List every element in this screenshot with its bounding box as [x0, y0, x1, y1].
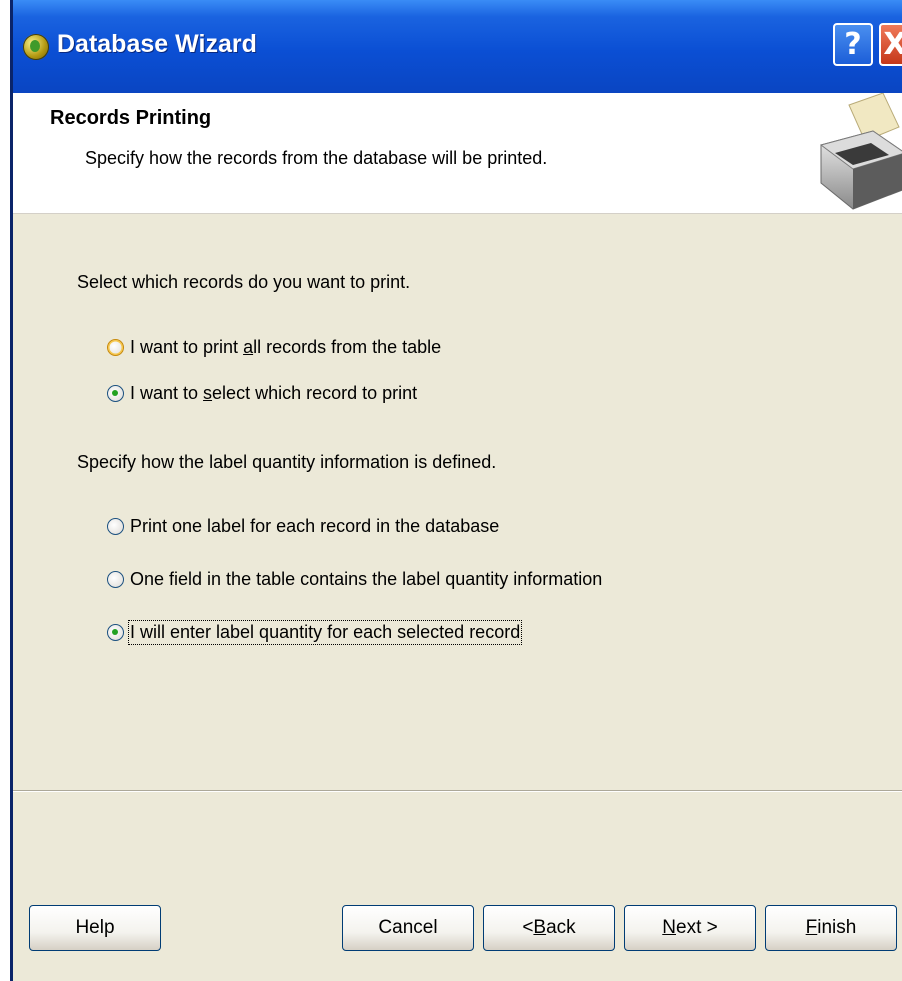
radio-one-label-per-record[interactable]: Print one label for each record in the d…: [107, 516, 499, 537]
app-icon: [23, 34, 49, 60]
radio-label: I want to print all records from the tab…: [130, 337, 442, 357]
close-button[interactable]: X: [879, 23, 902, 66]
help-button[interactable]: Help: [29, 905, 161, 951]
radio-button[interactable]: [107, 518, 124, 535]
radio-button[interactable]: [107, 571, 124, 588]
radio-select-records[interactable]: I want to select which record to print: [107, 383, 417, 404]
radio-label: Print one label for each record in the d…: [130, 516, 500, 536]
records-section-label: Select which records do you want to prin…: [77, 272, 411, 292]
radio-button[interactable]: [107, 339, 124, 356]
printer-icon: [819, 93, 902, 210]
back-button[interactable]: < Back: [483, 905, 615, 951]
wizard-header: Records Printing Specify how the records…: [13, 93, 902, 213]
radio-label: One field in the table contains the labe…: [130, 569, 603, 589]
finish-button[interactable]: Finish: [765, 905, 897, 951]
radio-print-all-records[interactable]: I want to print all records from the tab…: [107, 337, 441, 358]
radio-button[interactable]: [107, 385, 124, 402]
title-bar[interactable]: Database Wizard ? X: [13, 0, 902, 93]
window-title: Database Wizard: [57, 30, 257, 58]
wizard-window: Database Wizard ? X Records Printing Spe…: [10, 0, 902, 981]
page-title: Records Printing: [50, 107, 212, 129]
radio-enter-quantity-per-record[interactable]: I will enter label quantity for each sel…: [107, 620, 523, 645]
cancel-button[interactable]: Cancel: [342, 905, 474, 951]
next-button[interactable]: Next >: [624, 905, 756, 951]
help-titlebar-button[interactable]: ?: [833, 23, 873, 66]
radio-button[interactable]: [107, 624, 124, 641]
radio-label: I will enter label quantity for each sel…: [127, 620, 523, 645]
header-divider: [13, 213, 902, 214]
quantity-section-label: Specify how the label quantity informati…: [77, 452, 497, 472]
footer-separator: [13, 790, 902, 792]
page-subtitle: Specify how the records from the databas…: [85, 148, 548, 168]
radio-field-contains-quantity[interactable]: One field in the table contains the labe…: [107, 569, 602, 590]
radio-label: I want to select which record to print: [130, 383, 418, 403]
